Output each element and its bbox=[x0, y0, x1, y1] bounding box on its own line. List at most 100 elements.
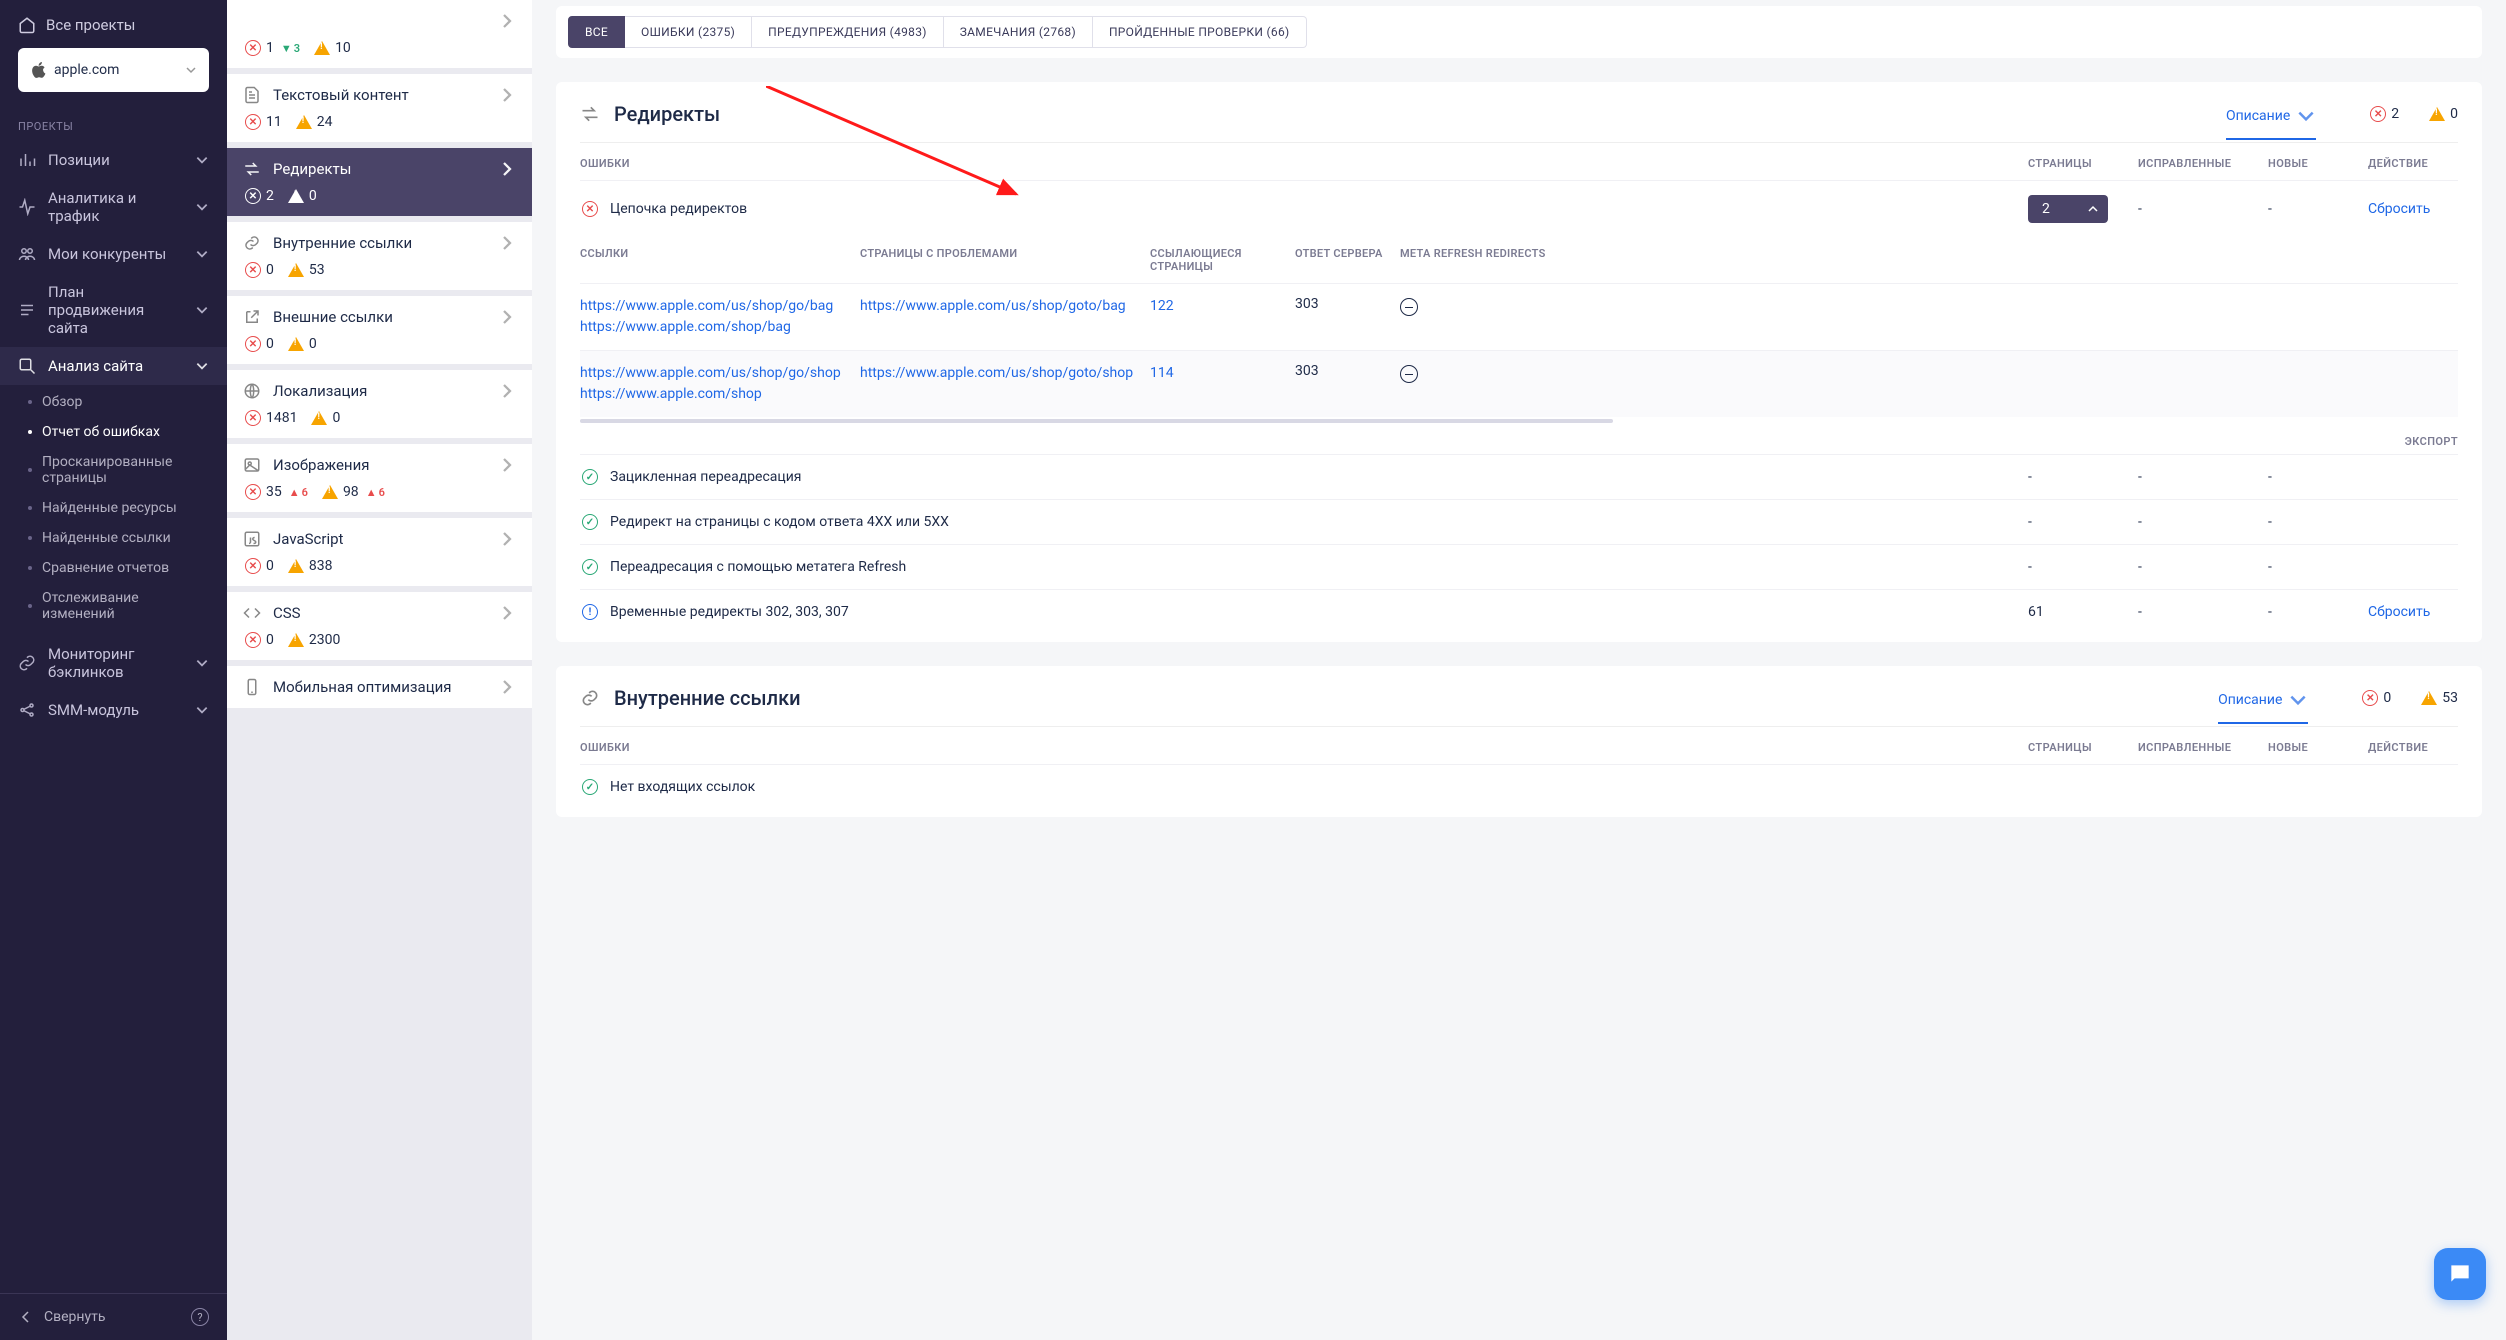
redirect-link[interactable]: https://www.apple.com/us/shop/go/shop bbox=[580, 363, 860, 384]
chevron-right-icon bbox=[498, 86, 516, 104]
check-icon bbox=[582, 559, 598, 575]
chat-widget-button[interactable] bbox=[2434, 1248, 2486, 1300]
sidebar-item-plan[interactable]: План продвижения сайта bbox=[0, 273, 227, 347]
ref-count-link[interactable]: 114 bbox=[1150, 363, 1295, 384]
category-card-redirects[interactable]: Редиректы 2 0 bbox=[227, 148, 532, 216]
home-icon bbox=[18, 16, 36, 34]
table-header: ОШИБКИ СТРАНИЦЫ ИСПРАВЛЕННЫЕ НОВЫЕ ДЕЙСТ… bbox=[580, 727, 2458, 764]
description-tab[interactable]: Описание bbox=[2218, 690, 2308, 724]
all-projects-link[interactable]: Все проекты bbox=[18, 16, 209, 34]
chevron-right-icon bbox=[498, 456, 516, 474]
chevron-down-icon bbox=[195, 153, 209, 167]
category-card-javascript[interactable]: JavaScript 0 838 bbox=[227, 518, 532, 586]
check-icon bbox=[582, 469, 598, 485]
chevron-right-icon bbox=[498, 604, 516, 622]
image-icon bbox=[243, 456, 261, 474]
chevron-right-icon bbox=[498, 308, 516, 326]
info-icon bbox=[582, 604, 598, 620]
sidebar-sub-found-links[interactable]: Найденные ссылки bbox=[0, 523, 227, 553]
warning-icon bbox=[314, 41, 330, 55]
reset-link[interactable]: Сбросить bbox=[2368, 604, 2430, 620]
mobile-icon bbox=[243, 678, 261, 696]
section-error-count: 2 bbox=[2370, 106, 2399, 122]
category-card[interactable]: 1▼3 10 bbox=[227, 0, 532, 68]
code-icon bbox=[243, 604, 261, 622]
tab-all[interactable]: ВСЕ bbox=[568, 16, 625, 48]
check-icon bbox=[582, 779, 598, 795]
table-row: Зацикленная переадресация - - - bbox=[580, 454, 2458, 499]
sidebar-sub-overview[interactable]: Обзор bbox=[0, 387, 227, 417]
redirect-link[interactable]: https://www.apple.com/us/shop/go/bag bbox=[580, 296, 860, 317]
tab-warnings[interactable]: ПРЕДУПРЕЖДЕНИЯ (4983) bbox=[752, 16, 944, 48]
sidebar-item-smm[interactable]: SMM-модуль bbox=[0, 691, 227, 729]
chevron-down-icon bbox=[195, 703, 209, 717]
category-card-mobile[interactable]: Мобильная оптимизация bbox=[227, 666, 532, 708]
redirect-icon bbox=[580, 104, 600, 124]
table-row: Редирект на страницы с кодом ответа 4XX … bbox=[580, 499, 2458, 544]
chevron-down-icon bbox=[2288, 690, 2308, 710]
category-card-localization[interactable]: Локализация 1481 0 bbox=[227, 370, 532, 438]
category-card-text-content[interactable]: Текстовый контент 11 24 bbox=[227, 74, 532, 142]
category-card-external-links[interactable]: Внешние ссылки 0 0 bbox=[227, 296, 532, 364]
category-card-css[interactable]: CSS 0 2300 bbox=[227, 592, 532, 660]
link-icon bbox=[18, 654, 36, 672]
chat-icon bbox=[2447, 1261, 2473, 1287]
chevron-down-icon bbox=[195, 656, 209, 670]
ref-count-link[interactable]: 122 bbox=[1150, 296, 1295, 317]
sidebar-item-positions[interactable]: Позиции bbox=[0, 141, 227, 179]
sidebar-sub-compare-reports[interactable]: Сравнение отчетов bbox=[0, 553, 227, 583]
expand-pill[interactable]: 2 bbox=[2028, 195, 2108, 223]
sidebar-item-competitors[interactable]: Мои конкуренты bbox=[0, 235, 227, 273]
apple-icon bbox=[30, 61, 46, 79]
chevron-right-icon bbox=[498, 530, 516, 548]
all-projects-label: Все проекты bbox=[46, 16, 135, 34]
share-icon bbox=[18, 701, 36, 719]
globe-icon bbox=[243, 382, 261, 400]
detail-row: https://www.apple.com/us/shop/go/shophtt… bbox=[580, 350, 2458, 417]
category-card-internal-links[interactable]: Внутренние ссылки 0 53 bbox=[227, 222, 532, 290]
sidebar-item-analytics[interactable]: Аналитика и трафик bbox=[0, 179, 227, 235]
sidebar-sub-scanned-pages[interactable]: Просканированные страницы bbox=[0, 447, 227, 493]
table-row: Нет входящих ссылок bbox=[580, 764, 2458, 809]
category-card-images[interactable]: Изображения 35▲6 98▲6 bbox=[227, 444, 532, 512]
sidebar-sub-found-resources[interactable]: Найденные ресурсы bbox=[0, 493, 227, 523]
external-link-icon bbox=[243, 308, 261, 326]
section-title: Редиректы bbox=[614, 102, 720, 126]
problem-page-link[interactable]: https://www.apple.com/us/shop/goto/shop bbox=[860, 363, 1150, 384]
document-icon bbox=[243, 86, 261, 104]
tab-notices[interactable]: ЗАМЕЧАНИЯ (2768) bbox=[944, 16, 1093, 48]
redirect-link[interactable]: https://www.apple.com/shop/bag bbox=[580, 317, 860, 338]
warning-stat: 10 bbox=[314, 40, 351, 56]
javascript-icon bbox=[243, 530, 261, 548]
reset-link[interactable]: Сбросить bbox=[2368, 201, 2430, 217]
sidebar-submenu-analysis: Обзор Отчет об ошибках Просканированные … bbox=[0, 385, 227, 635]
export-link[interactable]: ЭКСПОРТ bbox=[580, 423, 2458, 454]
description-tab[interactable]: Описание bbox=[2226, 106, 2316, 140]
redirect-link[interactable]: https://www.apple.com/shop bbox=[580, 384, 860, 405]
project-selector[interactable]: apple.com bbox=[18, 48, 209, 92]
table-header: ОШИБКИ СТРАНИЦЫ ИСПРАВЛЕННЫЕ НОВЫЕ ДЕЙСТ… bbox=[580, 143, 2458, 180]
sidebar-sub-error-report[interactable]: Отчет об ошибках bbox=[0, 417, 227, 447]
help-icon[interactable]: ? bbox=[191, 1308, 209, 1326]
chevron-right-icon bbox=[498, 382, 516, 400]
chevron-down-icon bbox=[195, 247, 209, 261]
tab-passed[interactable]: ПРОЙДЕННЫЕ ПРОВЕРКИ (66) bbox=[1093, 16, 1307, 48]
tab-errors[interactable]: ОШИБКИ (2375) bbox=[625, 16, 752, 48]
error-stat: 1▼3 bbox=[245, 40, 300, 56]
table-row: Временные редиректы 302, 303, 307 61 - -… bbox=[580, 589, 2458, 634]
sidebar-item-site-analysis[interactable]: Анализ сайта bbox=[0, 347, 227, 385]
sidebar-item-backlink-monitor[interactable]: Мониторинг бэклинков bbox=[0, 635, 227, 691]
project-name: apple.com bbox=[54, 62, 119, 78]
section-redirects: Редиректы Описание 2 0 ОШИБКИ СТРАНИЦЫ И… bbox=[556, 82, 2482, 642]
sidebar-sub-change-tracking[interactable]: Отслеживание изменений bbox=[0, 583, 227, 629]
sidebar-collapse[interactable]: Свернуть ? bbox=[0, 1293, 227, 1340]
link-icon bbox=[580, 688, 600, 708]
error-icon bbox=[582, 201, 598, 217]
chevron-right-icon bbox=[498, 678, 516, 696]
chevron-right-icon bbox=[498, 234, 516, 252]
main-content: ВСЕ ОШИБКИ (2375) ПРЕДУПРЕЖДЕНИЯ (4983) … bbox=[532, 0, 2506, 1340]
left-sidebar: Все проекты apple.com ПРОЕКТЫ Позиции Ан… bbox=[0, 0, 227, 1340]
chevron-down-icon bbox=[195, 303, 209, 317]
detail-row: https://www.apple.com/us/shop/go/baghttp… bbox=[580, 283, 2458, 350]
problem-page-link[interactable]: https://www.apple.com/us/shop/goto/bag bbox=[860, 296, 1150, 317]
